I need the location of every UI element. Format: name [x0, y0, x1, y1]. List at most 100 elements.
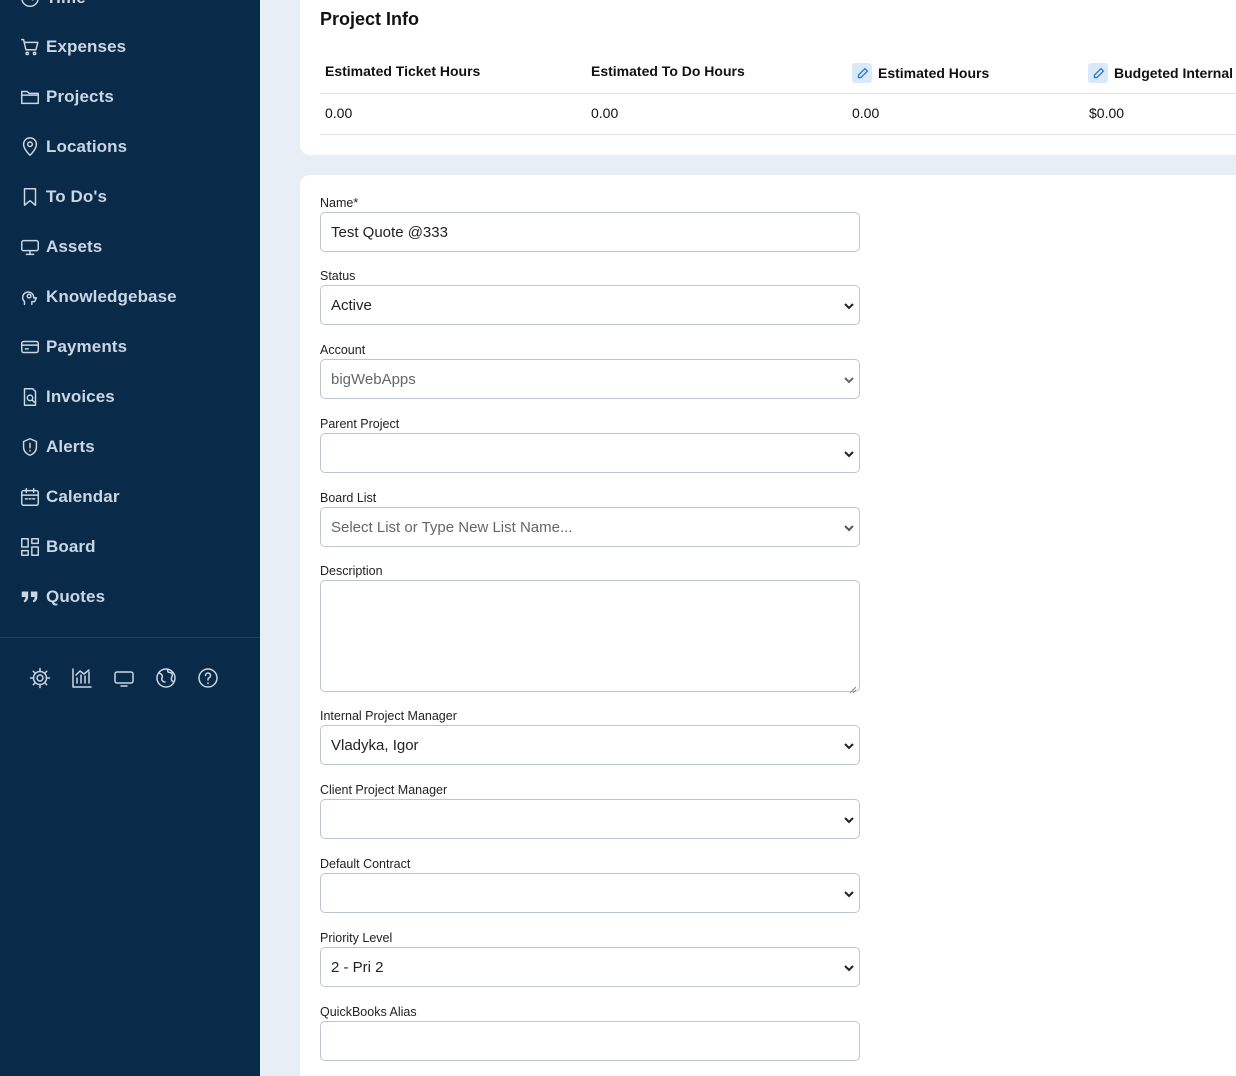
priority-level-select[interactable]: 2 - Pri 2	[320, 947, 860, 987]
account-select-value: bigWebApps	[331, 370, 416, 388]
pencil-icon[interactable]	[852, 63, 872, 83]
default-contract-label: Default Contract	[320, 857, 411, 871]
board-icon	[18, 535, 42, 559]
client-pm-select[interactable]	[320, 799, 860, 839]
chevron-down-icon	[843, 961, 855, 973]
column-header-label: Estimated Ticket Hours	[325, 63, 481, 79]
table-divider	[320, 134, 1236, 135]
board-list-select[interactable]: Select List or Type New List Name...	[320, 507, 860, 547]
table-divider	[320, 93, 1236, 94]
chevron-down-icon	[843, 447, 855, 459]
parent-project-select[interactable]	[320, 433, 860, 473]
sidebar-item-assets[interactable]: Assets	[18, 233, 102, 261]
account-label: Account	[320, 343, 366, 357]
cart-icon	[18, 35, 42, 59]
name-label: Name*	[320, 196, 359, 210]
sidebar-item-label: Calendar	[46, 487, 120, 506]
sidebar-item-todos[interactable]: To Do's	[18, 183, 107, 211]
board-list-label: Board List	[320, 491, 377, 505]
sidebar-item-locations[interactable]: Locations	[18, 133, 127, 161]
sidebar-item-calendar[interactable]: Calendar	[18, 483, 120, 511]
board-list-placeholder: Select List or Type New List Name...	[331, 518, 573, 536]
sidebar-item-label: Quotes	[46, 587, 106, 606]
column-header-estimated-ticket-hours: Estimated Ticket Hours	[325, 63, 480, 79]
calendar-icon	[18, 485, 42, 509]
sidebar-item-payments[interactable]: Payments	[18, 333, 127, 361]
chevron-down-icon	[843, 739, 855, 751]
internal-pm-select[interactable]: Vladyka, Igor	[320, 725, 860, 765]
globe-icon[interactable]	[154, 666, 178, 690]
default-contract-select[interactable]	[320, 873, 860, 913]
internal-pm-label: Internal Project Manager	[320, 709, 457, 723]
project-info-title: Project Info	[320, 9, 420, 29]
internal-pm-value: Vladyka, Igor	[331, 736, 419, 754]
sidebar-item-label: To Do's	[46, 187, 108, 206]
sidebar-item-label: Invoices	[46, 387, 115, 406]
chevron-down-icon	[843, 887, 855, 899]
sidebar-item-label: Board	[46, 537, 96, 556]
project-form-card: Name* Test Quote @333 Status Active Acco…	[300, 175, 1236, 1076]
project-info-card: Project Info Estimated Ticket Hours Esti…	[300, 0, 1236, 155]
column-header-label: Estimated Hours	[878, 65, 990, 81]
estimated-hours-value: 0.00	[852, 105, 880, 121]
sidebar-item-time[interactable]: Time	[18, 0, 86, 12]
clock-icon	[18, 0, 42, 10]
quote-icon	[18, 585, 42, 609]
status-label: Status	[320, 269, 356, 283]
sidebar-item-label: Locations	[46, 137, 128, 156]
sidebar-item-label: Expenses	[46, 37, 127, 56]
folder-icon	[18, 85, 42, 109]
help-icon[interactable]	[196, 666, 220, 690]
sidebar-item-label: Time	[46, 0, 86, 8]
invoice-search-icon	[18, 385, 42, 409]
sidebar-item-quotes[interactable]: Quotes	[18, 583, 105, 611]
sidebar: Time Expenses Projects Locations To Do's…	[0, 0, 260, 1076]
priority-level-label: Priority Level	[320, 931, 393, 945]
settings-icon[interactable]	[28, 666, 52, 690]
description-textarea[interactable]	[320, 580, 860, 694]
credit-card-icon	[18, 335, 42, 359]
map-pin-icon	[18, 135, 42, 159]
display-icon[interactable]	[112, 666, 136, 690]
estimated-ticket-hours-value: 0.00	[325, 105, 353, 121]
column-header-budgeted-internal: Budgeted Internal	[1088, 63, 1233, 83]
sidebar-item-label: Assets	[46, 237, 103, 256]
column-header-label: Estimated To Do Hours	[591, 63, 745, 79]
budgeted-internal-value: $0.00	[1089, 105, 1125, 121]
sidebar-item-knowledgebase[interactable]: Knowledgebase	[18, 283, 177, 311]
chevron-down-icon	[843, 373, 855, 385]
account-select[interactable]: bigWebApps	[320, 359, 860, 399]
chart-icon[interactable]	[70, 666, 94, 690]
parent-project-label: Parent Project	[320, 417, 400, 431]
chevron-down-icon	[843, 521, 855, 533]
pencil-icon[interactable]	[1088, 63, 1108, 83]
sidebar-item-label: Alerts	[46, 437, 95, 456]
description-label: Description	[320, 564, 383, 578]
name-input-value: Test Quote @333	[331, 223, 448, 241]
name-input[interactable]: Test Quote @333	[320, 212, 860, 252]
status-select-value: Active	[331, 296, 372, 314]
monitor-icon	[18, 235, 42, 259]
status-select[interactable]: Active	[320, 285, 860, 325]
column-header-estimated-todo-hours: Estimated To Do Hours	[591, 63, 745, 79]
sidebar-item-label: Projects	[46, 87, 114, 106]
sidebar-item-expenses[interactable]: Expenses	[18, 33, 126, 61]
column-header-label: Budgeted Internal	[1114, 65, 1234, 81]
resize-grip-icon[interactable]	[849, 681, 857, 694]
client-pm-label: Client Project Manager	[320, 783, 448, 797]
sidebar-item-label: Payments	[46, 337, 128, 356]
quickbooks-alias-label: QuickBooks Alias	[320, 1005, 417, 1019]
sidebar-divider	[0, 637, 260, 638]
sidebar-item-label: Knowledgebase	[46, 287, 177, 306]
shield-alert-icon	[18, 435, 42, 459]
bookmark-icon	[18, 185, 42, 209]
estimated-todo-hours-value: 0.00	[591, 105, 619, 121]
priority-level-value: 2 - Pri 2	[331, 958, 384, 976]
sidebar-item-projects[interactable]: Projects	[18, 83, 114, 111]
sidebar-item-alerts[interactable]: Alerts	[18, 433, 95, 461]
column-header-estimated-hours: Estimated Hours	[852, 63, 989, 83]
brain-icon	[18, 285, 42, 309]
sidebar-item-invoices[interactable]: Invoices	[18, 383, 115, 411]
sidebar-item-board[interactable]: Board	[18, 533, 96, 561]
quickbooks-alias-input[interactable]	[320, 1021, 860, 1061]
